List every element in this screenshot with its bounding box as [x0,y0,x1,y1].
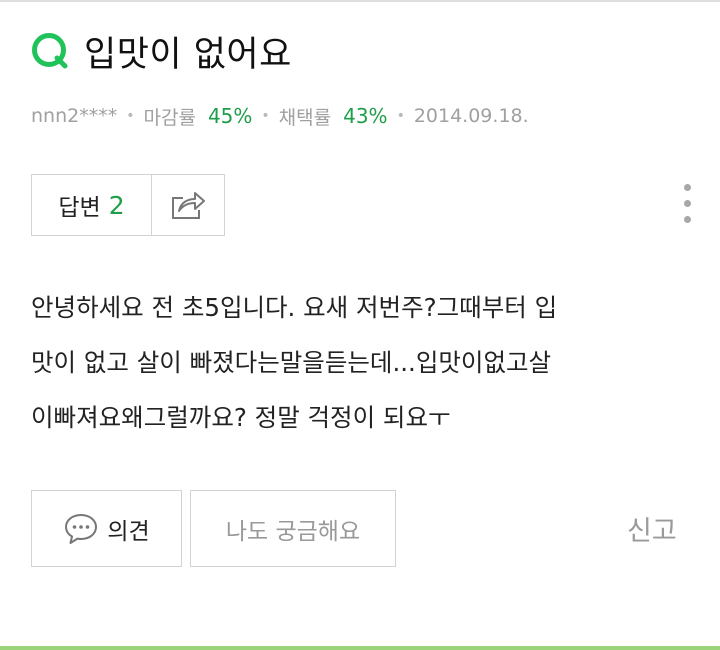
body-line: 이빠져요왜그럴까요? 정말 걱정이 되요ㅜ [31,403,451,432]
question-body: 안녕하세요 전 초5입니다. 요새 저번주?그때부터 입 맛이 없고 살이 빠졌… [31,280,701,445]
me-too-curious-button[interactable]: 나도 궁금해요 [190,490,396,567]
question-date: 2014.09.18. [413,105,529,127]
top-divider [0,0,720,2]
question-title: 입맛이 없어요 [84,34,292,75]
more-dot [683,184,691,191]
report-link[interactable]: 신고 [627,509,677,548]
author-id[interactable]: nnn2**** [31,105,117,127]
more-dot [683,216,691,223]
opinion-button[interactable]: 의견 [31,490,182,567]
answer-count: 2 [108,190,125,220]
curious-label: 나도 궁금해요 [225,518,361,545]
question-header: 입맛이 없어요 [30,26,292,76]
comment-icon [65,513,98,544]
more-vertical-icon[interactable] [682,184,692,226]
meta-separator: • [261,108,270,124]
question-actions: 답변 2 [31,174,225,236]
share-button[interactable] [150,174,225,236]
adoption-label: 채택률 [278,106,332,129]
adoption-rate: 43% [343,104,388,128]
body-line: 안녕하세요 전 초5입니다. 요새 저번주?그때부터 입 [31,293,558,322]
deadline-rate: 45% [207,104,253,128]
meta-separator: • [396,108,405,124]
deadline-label: 마감률 [143,106,196,129]
answer-label: 답변 [58,195,101,221]
answer-count-button[interactable]: 답변 2 [31,174,152,236]
meta-separator: • [126,108,135,124]
opinion-label: 의견 [107,518,150,545]
more-dot [683,200,691,207]
q-icon [32,33,68,69]
bottom-accent-line [0,646,720,650]
question-meta: nnn2**** • 마감률 45% • 채택률 43% • 2014.09.1… [31,101,529,131]
body-line: 맛이 없고 살이 빠졌다는말을듣는데...입맛이없고살 [31,348,552,377]
share-icon [171,192,205,219]
